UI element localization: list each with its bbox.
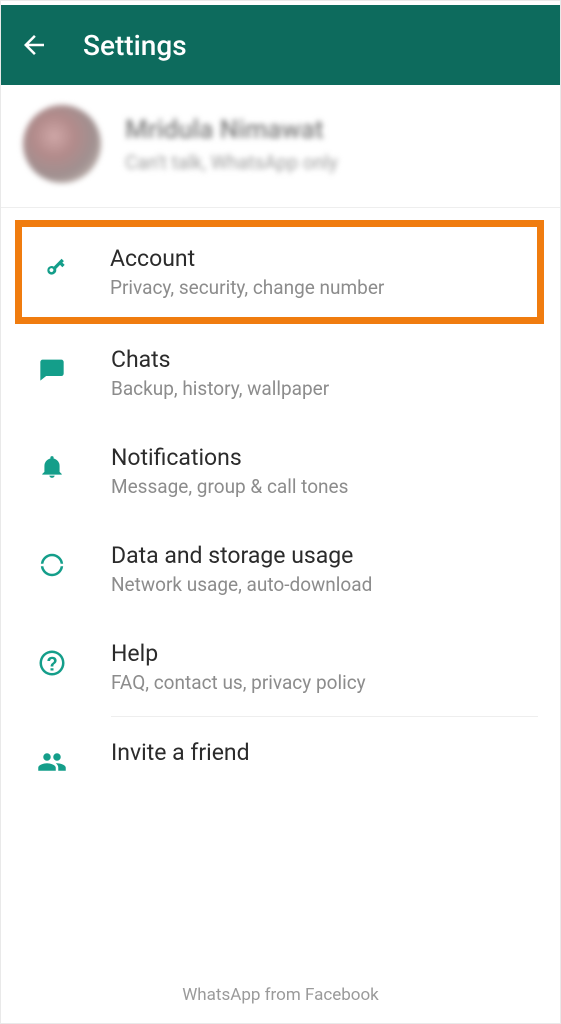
- app-bar: Settings: [1, 5, 560, 85]
- item-subtitle: Message, group & call tones: [111, 475, 348, 498]
- settings-item-chats[interactable]: Chats Backup, history, wallpaper: [1, 324, 560, 422]
- page-title: Settings: [83, 29, 187, 62]
- settings-list: Account Privacy, security, change number…: [1, 208, 560, 801]
- profile-texts: Mridula Nimawat Can't talk, WhatsApp onl…: [125, 115, 338, 174]
- item-subtitle: FAQ, contact us, privacy policy: [111, 671, 366, 694]
- item-subtitle: Backup, history, wallpaper: [111, 377, 329, 400]
- settings-item-help[interactable]: Help FAQ, contact us, privacy policy: [1, 618, 560, 716]
- item-title: Help: [111, 640, 366, 667]
- chat-icon: [35, 352, 69, 386]
- back-arrow-icon[interactable]: [19, 30, 49, 60]
- avatar: [23, 105, 101, 183]
- help-icon: [35, 646, 69, 680]
- item-title: Account: [110, 245, 384, 272]
- footer-text: WhatsApp from Facebook: [1, 985, 560, 1005]
- highlight-box: Account Privacy, security, change number: [15, 220, 544, 324]
- item-title: Invite a friend: [111, 739, 250, 766]
- bell-icon: [35, 450, 69, 484]
- settings-screen: Settings Mridula Nimawat Can't talk, Wha…: [0, 0, 561, 1024]
- item-subtitle: Network usage, auto-download: [111, 573, 372, 596]
- item-title: Data and storage usage: [111, 542, 372, 569]
- settings-item-invite[interactable]: Invite a friend: [1, 717, 560, 801]
- settings-item-data-usage[interactable]: Data and storage usage Network usage, au…: [1, 520, 560, 618]
- profile-status: Can't talk, WhatsApp only: [125, 151, 338, 174]
- item-title: Notifications: [111, 444, 348, 471]
- settings-item-notifications[interactable]: Notifications Message, group & call tone…: [1, 422, 560, 520]
- item-title: Chats: [111, 346, 329, 373]
- item-subtitle: Privacy, security, change number: [110, 276, 384, 299]
- data-usage-icon: [35, 548, 69, 582]
- settings-item-account[interactable]: Account Privacy, security, change number: [22, 227, 537, 317]
- profile-name: Mridula Nimawat: [125, 115, 338, 145]
- profile-row[interactable]: Mridula Nimawat Can't talk, WhatsApp onl…: [1, 85, 560, 208]
- key-icon: [40, 251, 74, 285]
- people-icon: [35, 745, 69, 779]
